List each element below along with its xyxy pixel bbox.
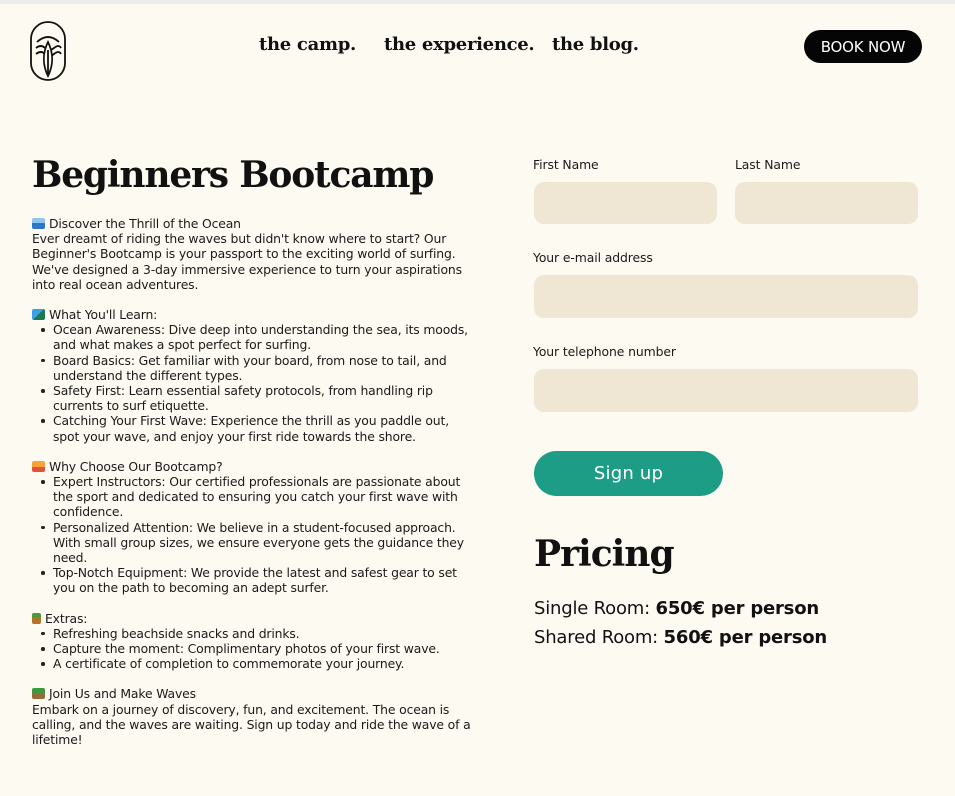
pricing-title: Pricing [534, 533, 675, 575]
price-value: 650€ per person [655, 598, 820, 619]
why-list: Expert Instructors: Our certified profes… [32, 474, 472, 596]
intro-heading: Discover the Thrill of the Ocean [49, 216, 241, 231]
join-body: Embark on a journey of discovery, fun, a… [32, 701, 471, 748]
intro-body: Ever dreamt of riding the waves but didn… [32, 231, 462, 292]
extras-list: Refreshing beachside snacks and drinks. … [32, 626, 472, 672]
price-row-shared: Shared Room: 560€ per person [534, 627, 827, 648]
palm-tree-emoji-icon [32, 688, 45, 700]
list-item: A certificate of completion to commemora… [32, 656, 472, 671]
why-section: Why Choose Our Bootcamp? Expert Instruct… [32, 459, 472, 596]
price-label: Shared Room: [534, 627, 659, 648]
bootcamp-description: Beginners Bootcamp Discover the Thrill o… [32, 150, 472, 747]
join-heading-line: Join Us and Make Waves [32, 686, 472, 701]
book-now-button[interactable]: BOOK NOW [804, 30, 922, 63]
nav-link-the-blog[interactable]: the blog. [552, 34, 639, 55]
sunset-emoji-icon [32, 460, 45, 472]
price-value: 560€ per person [663, 627, 828, 648]
list-item: Expert Instructors: Our certified profes… [32, 474, 472, 520]
join-heading: Join Us and Make Waves [49, 686, 196, 702]
learn-heading-line: What You'll Learn: [32, 307, 472, 322]
site-header: the camp. the experience. the blog. BOOK… [0, 0, 955, 100]
list-item: Top-Notch Equipment: We provide the late… [32, 565, 472, 595]
list-item: Safety First: Learn essential safety pro… [32, 383, 472, 413]
last-name-label: Last Name [735, 157, 801, 172]
wave-emoji-icon [32, 218, 45, 229]
phone-field[interactable] [534, 369, 918, 412]
first-name-field[interactable] [534, 182, 717, 224]
learn-list: Ocean Awareness: Dive deep into understa… [32, 322, 472, 444]
price-row-single: Single Room: 650€ per person [534, 598, 819, 619]
learn-section: What You'll Learn: Ocean Awareness: Dive… [32, 307, 472, 444]
why-heading-line: Why Choose Our Bootcamp? [32, 459, 472, 474]
list-item: Capture the moment: Complimentary photos… [32, 641, 472, 656]
extras-heading-line: Extras: [32, 611, 472, 626]
email-label: Your e-mail address [533, 250, 653, 265]
first-name-label: First Name [533, 157, 599, 172]
extras-section: Extras: Refreshing beachside snacks and … [32, 611, 472, 672]
nav-link-the-camp[interactable]: the camp. [259, 34, 356, 55]
join-section: Join Us and Make Waves Embark on a journ… [32, 686, 472, 747]
intro-section: Discover the Thrill of the Ocean Ever dr… [32, 216, 472, 292]
surfer-emoji-icon [32, 309, 45, 321]
phone-label: Your telephone number [533, 344, 676, 359]
list-item: Refreshing beachside snacks and drinks. [32, 626, 472, 641]
sign-up-button[interactable]: Sign up [534, 451, 723, 496]
page-title: Beginners Bootcamp [32, 154, 434, 196]
nav-link-the-experience[interactable]: the experience. [384, 34, 535, 55]
description-text: Discover the Thrill of the Ocean Ever dr… [32, 216, 472, 747]
list-item: Board Basics: Get familiar with your boa… [32, 353, 472, 383]
list-item: Catching Your First Wave: Experience the… [32, 413, 472, 444]
why-heading: Why Choose Our Bootcamp? [49, 458, 223, 474]
price-label: Single Room: [534, 598, 650, 619]
list-item: Personalized Attention: We believe in a … [32, 520, 472, 566]
surf-logo-icon[interactable] [29, 20, 69, 82]
last-name-field[interactable] [735, 182, 918, 224]
learn-heading: What You'll Learn: [49, 307, 158, 323]
extras-heading: Extras: [45, 610, 88, 626]
email-field[interactable] [534, 275, 918, 318]
intro-heading-line: Discover the Thrill of the Ocean [32, 216, 472, 231]
drink-emoji-icon [32, 612, 41, 624]
list-item: Ocean Awareness: Dive deep into understa… [32, 322, 472, 352]
